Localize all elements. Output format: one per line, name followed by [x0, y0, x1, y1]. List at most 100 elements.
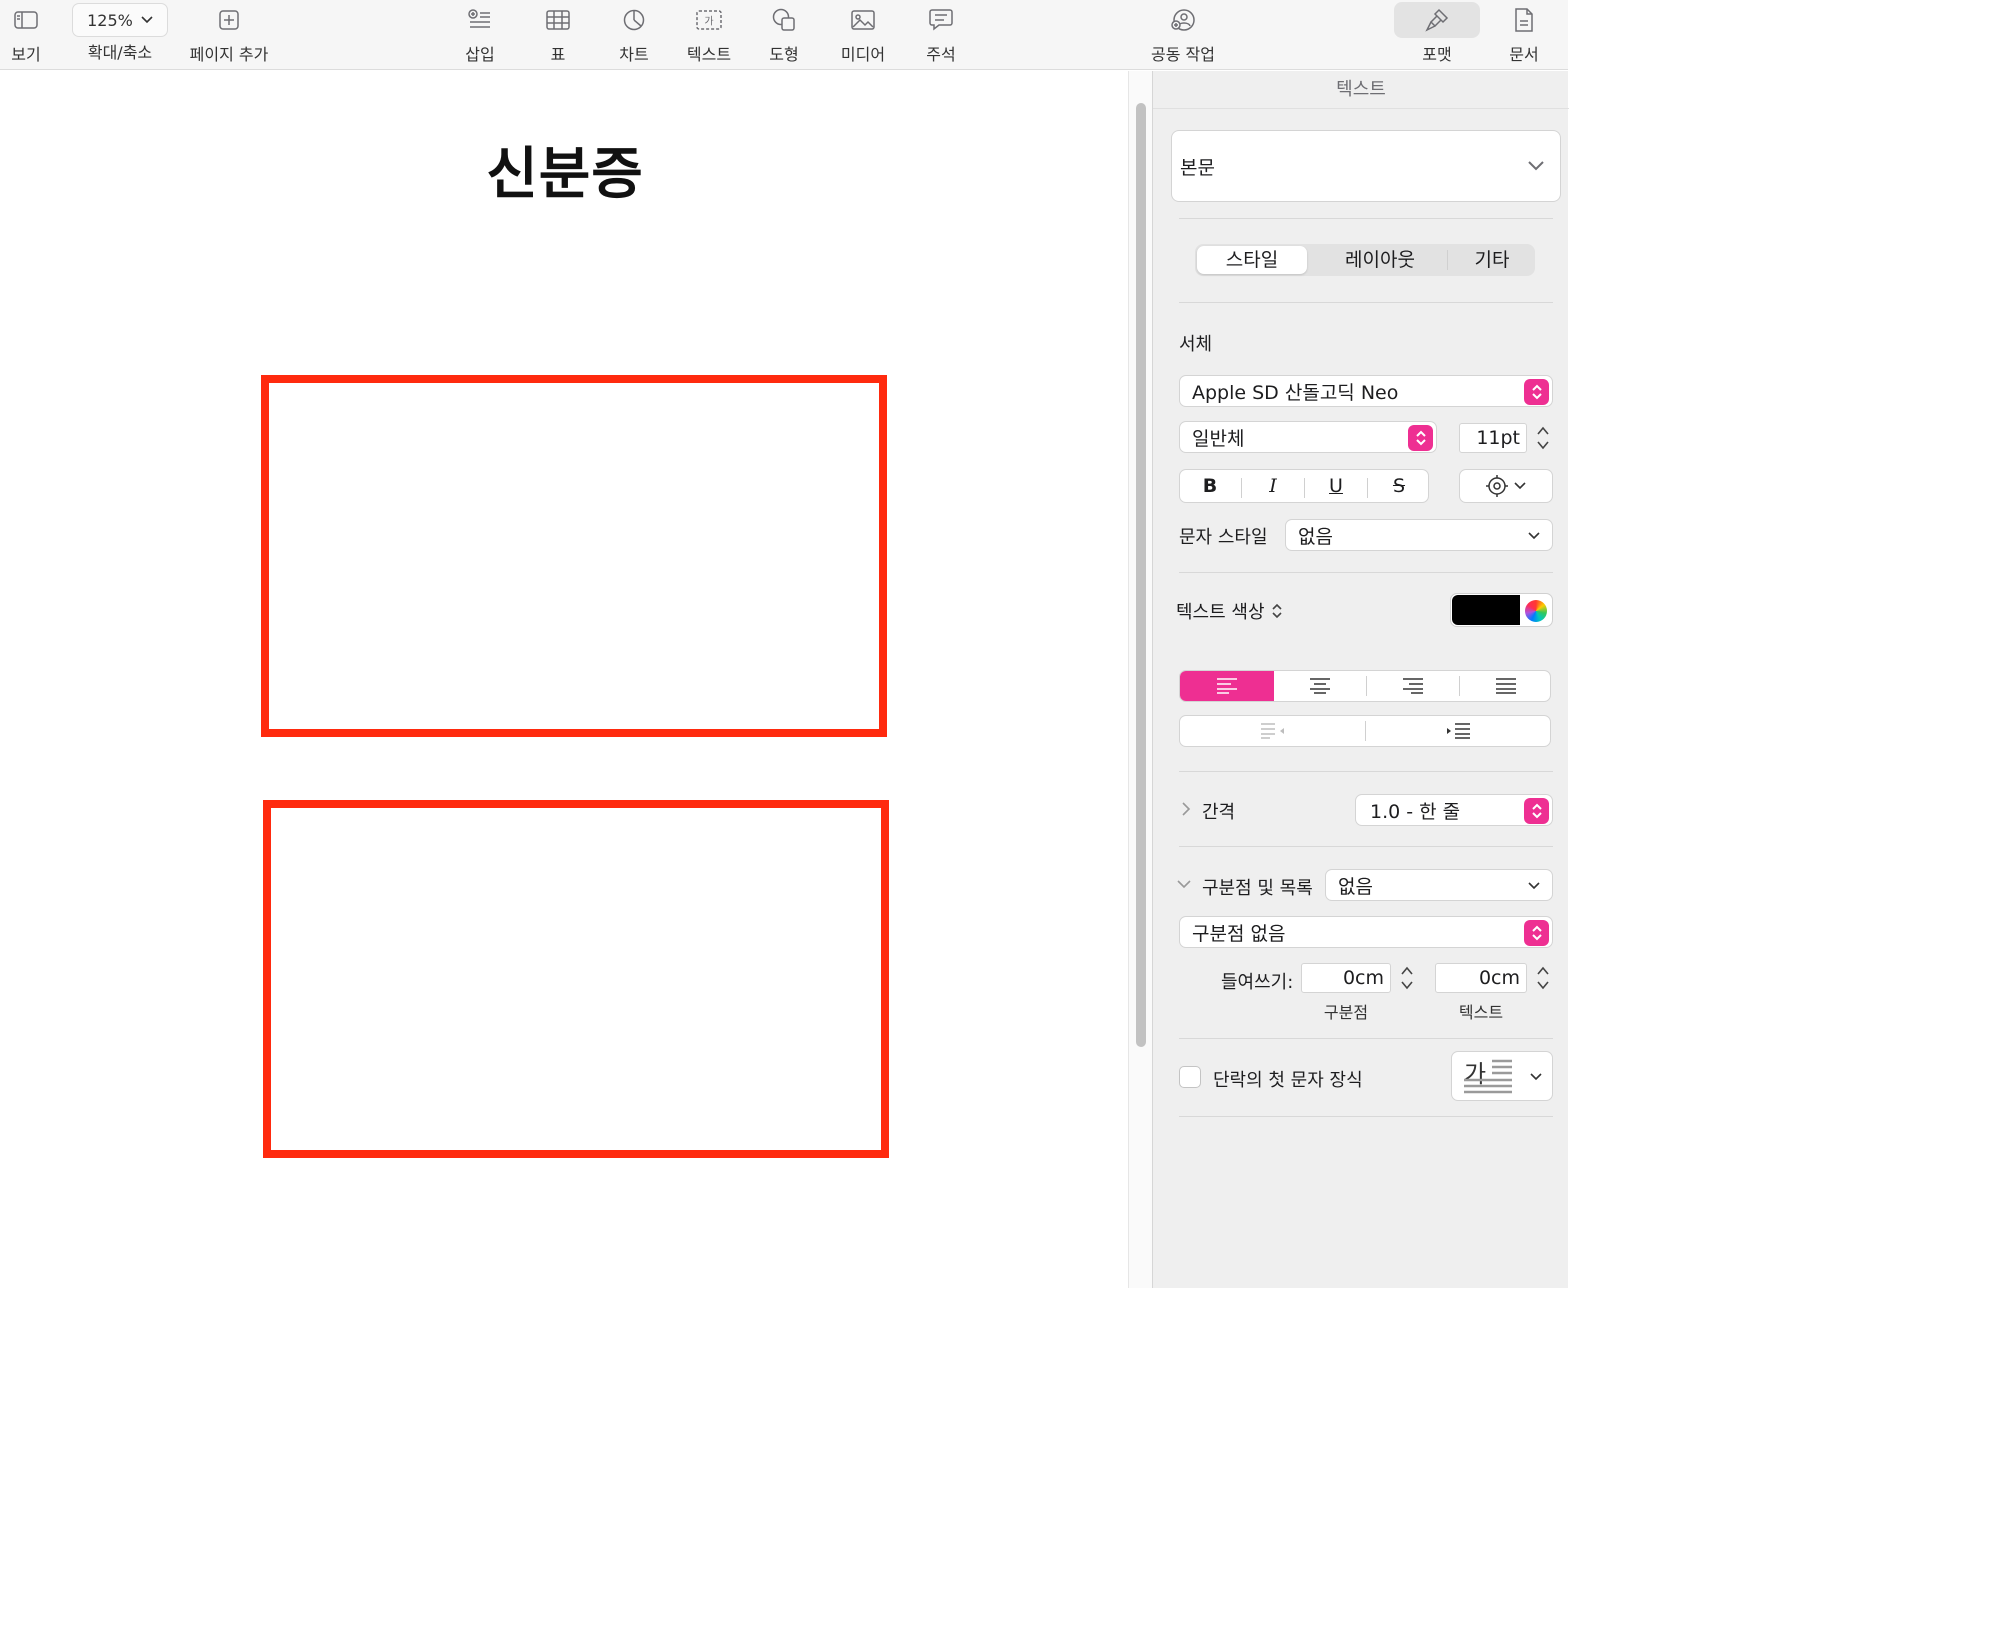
- collaborate-icon: [1170, 0, 1196, 40]
- bullet-type-select[interactable]: 구분점 없음: [1179, 916, 1553, 948]
- media-button[interactable]: 미디어: [838, 0, 888, 70]
- font-family-value: Apple SD 산돌고딕 Neo: [1192, 381, 1399, 404]
- font-size-stepper[interactable]: [1535, 422, 1551, 454]
- document-canvas[interactable]: 신분증: [0, 71, 1128, 1288]
- char-style-value: 없음: [1298, 525, 1333, 548]
- format-inspector: 텍스트 본문 스타일 레이아웃 기타 서체 Apple SD 산돌고딕 Neo …: [1152, 71, 1569, 1288]
- align-left-icon: [1217, 678, 1237, 694]
- insert-button[interactable]: 삽입: [460, 0, 500, 70]
- document-button[interactable]: 문서: [1504, 0, 1544, 70]
- align-right-icon: [1403, 678, 1423, 694]
- id-card-front-box[interactable]: [261, 375, 887, 737]
- table-button[interactable]: 표: [540, 0, 576, 70]
- shape-label: 도형: [769, 45, 799, 64]
- chevron-down-icon: [1528, 882, 1540, 890]
- font-weight-select[interactable]: 일반체: [1179, 421, 1437, 453]
- text-indent-caption: 텍스트: [1458, 1003, 1504, 1022]
- dropcap-label: 단락의 첫 문자 장식: [1213, 1070, 1363, 1091]
- bullets-value: 없음: [1338, 875, 1373, 898]
- photo-icon: [851, 0, 875, 40]
- dropcap-checkbox[interactable]: [1179, 1066, 1201, 1088]
- decrease-indent-icon: [1260, 723, 1284, 739]
- zoom-control[interactable]: 125% 확대/축소: [72, 0, 168, 70]
- format-label: 포맷: [1422, 45, 1452, 64]
- decrease-indent-button[interactable]: [1180, 716, 1365, 746]
- increase-indent-button[interactable]: [1366, 716, 1551, 746]
- insert-list-icon: [468, 0, 492, 40]
- bullet-indent-value: 0cm: [1342, 967, 1384, 989]
- align-right-button[interactable]: [1367, 671, 1459, 701]
- text-color-control[interactable]: 텍스트 색상: [1176, 598, 1283, 624]
- chevron-down-icon: [1514, 482, 1526, 490]
- table-icon: [546, 0, 570, 40]
- strikethrough-button[interactable]: S: [1369, 470, 1429, 502]
- spacing-select[interactable]: 1.0 - 한 줄: [1355, 794, 1553, 826]
- bullet-type-value: 구분점 없음: [1192, 922, 1286, 945]
- color-wheel-icon[interactable]: [1525, 600, 1547, 622]
- tab-divider: [1447, 250, 1448, 270]
- dropcap-style-select[interactable]: 가: [1451, 1051, 1553, 1101]
- italic-button[interactable]: I: [1243, 470, 1303, 502]
- bullets-label: 구분점 및 목록: [1202, 878, 1313, 899]
- spacing-value: 1.0 - 한 줄: [1370, 800, 1461, 823]
- chevron-right-icon[interactable]: [1181, 802, 1191, 816]
- table-label: 표: [550, 45, 566, 64]
- font-size-value: 11pt: [1476, 427, 1520, 449]
- tab-layout[interactable]: 레이아웃: [1315, 244, 1445, 276]
- scrollbar-thumb[interactable]: [1136, 103, 1146, 1047]
- tab-more[interactable]: 기타: [1451, 244, 1533, 276]
- bullet-indent-input[interactable]: 0cm: [1301, 963, 1391, 993]
- inspector-tabs: 스타일 레이아웃 기타: [1195, 244, 1535, 276]
- increase-indent-icon: [1446, 723, 1470, 739]
- spacing-label: 간격: [1202, 802, 1236, 823]
- chevron-down-icon: [1528, 161, 1544, 171]
- sidebar-icon: [14, 0, 38, 40]
- bold-button[interactable]: B: [1180, 470, 1240, 502]
- text-indent-input[interactable]: 0cm: [1435, 963, 1527, 993]
- justify-button[interactable]: [1460, 671, 1552, 701]
- inspector-header: 텍스트: [1153, 71, 1569, 109]
- media-label: 미디어: [840, 45, 886, 64]
- text-indent-stepper[interactable]: [1535, 962, 1551, 994]
- color-swatch[interactable]: [1452, 595, 1520, 625]
- font-size-input[interactable]: 11pt: [1459, 423, 1527, 453]
- text-label: 텍스트: [686, 45, 732, 64]
- font-family-select[interactable]: Apple SD 산돌고딕 Neo: [1179, 375, 1553, 407]
- paragraph-style-select[interactable]: 본문: [1171, 130, 1561, 202]
- comment-button[interactable]: 주석: [921, 0, 961, 70]
- zoom-select[interactable]: 125%: [72, 3, 168, 37]
- bullets-select[interactable]: 없음: [1325, 869, 1553, 901]
- text-color-well[interactable]: [1450, 593, 1553, 627]
- chart-button[interactable]: 차트: [614, 0, 654, 70]
- shape-button[interactable]: 도형: [764, 0, 804, 70]
- tab-style[interactable]: 스타일: [1197, 244, 1307, 276]
- text-color-label: 텍스트 색상: [1176, 602, 1265, 623]
- chart-label: 차트: [619, 45, 649, 64]
- char-style-select[interactable]: 없음: [1285, 519, 1553, 551]
- collaborate-button[interactable]: 공동 작업: [1148, 0, 1218, 70]
- document-title[interactable]: 신분증: [430, 129, 700, 210]
- add-page-label: 페이지 추가: [189, 45, 269, 64]
- id-card-back-box[interactable]: [263, 800, 889, 1158]
- format-button[interactable]: 포맷: [1394, 0, 1480, 70]
- up-down-arrows-icon: [1524, 920, 1549, 946]
- separator: [1179, 771, 1553, 772]
- up-down-arrows-icon: [1524, 379, 1549, 405]
- align-left-button[interactable]: [1180, 671, 1274, 701]
- add-page-button[interactable]: 페이지 추가: [188, 0, 270, 70]
- insert-label: 삽입: [465, 45, 495, 64]
- bullet-indent-stepper[interactable]: [1399, 962, 1415, 994]
- comment-icon: [929, 0, 953, 40]
- view-button[interactable]: 보기: [6, 0, 46, 70]
- text-options-button[interactable]: [1459, 469, 1553, 503]
- align-center-button[interactable]: [1274, 671, 1366, 701]
- text-button[interactable]: 가 텍스트: [684, 0, 734, 70]
- separator: [1179, 218, 1553, 219]
- chevron-down-icon[interactable]: [1177, 879, 1191, 889]
- text-box-icon: 가: [696, 0, 722, 40]
- font-style-buttons: B I U S: [1179, 469, 1429, 503]
- underline-button[interactable]: U: [1306, 470, 1366, 502]
- document-scrollbar[interactable]: [1128, 71, 1152, 1288]
- bullet-indent-caption: 구분점: [1323, 1003, 1369, 1022]
- zoom-value: 125%: [87, 10, 133, 30]
